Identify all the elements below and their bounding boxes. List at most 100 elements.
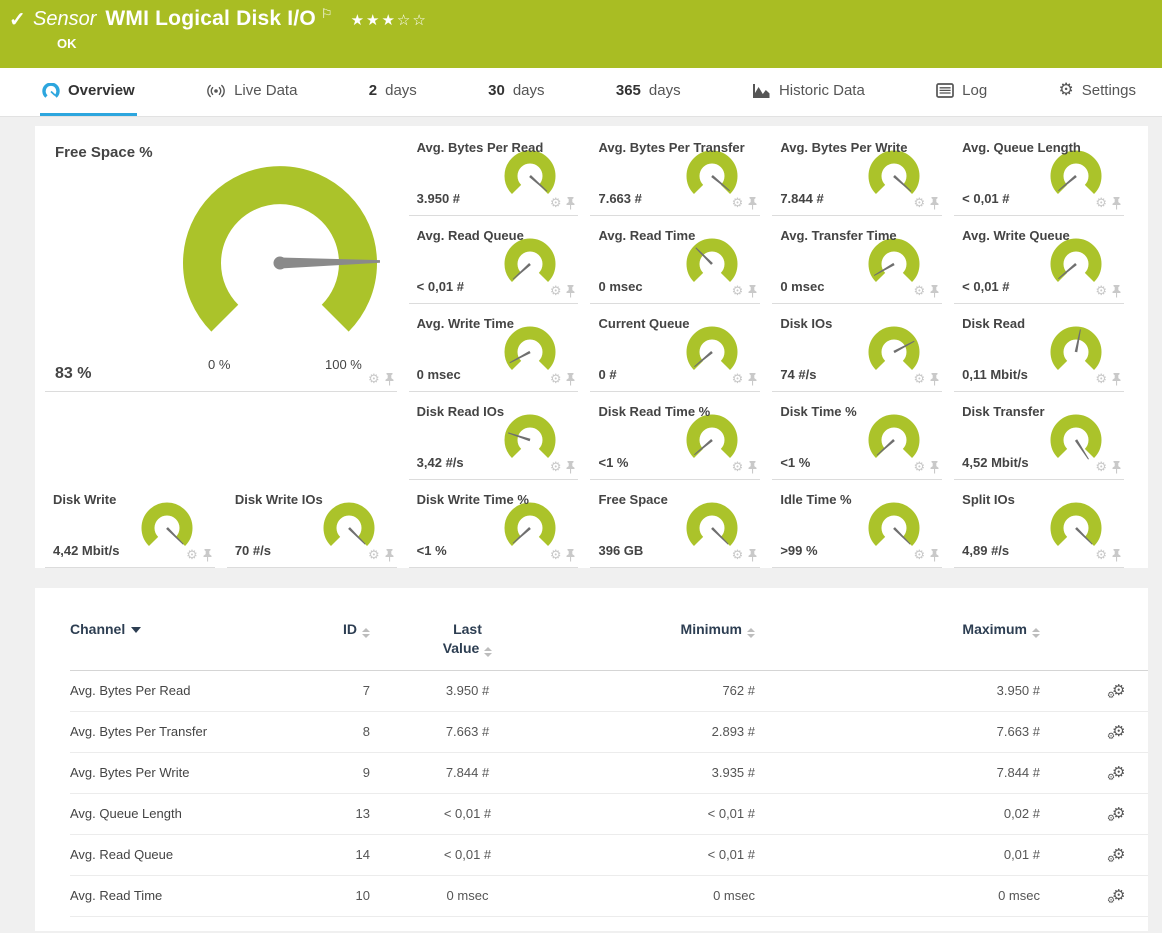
gear-icon[interactable]: ⚙ xyxy=(914,285,926,298)
gear-icon[interactable]: ⚙ xyxy=(550,197,562,210)
tab-settings[interactable]: ⚙ Settings xyxy=(1057,68,1138,116)
pin-icon[interactable] xyxy=(565,285,576,298)
tab-365-days[interactable]: 365 days xyxy=(614,68,683,116)
channel-settings-icon[interactable]: ⚙⚙ xyxy=(1112,765,1125,780)
tab-2-days[interactable]: 2 days xyxy=(367,68,419,116)
free-space-gauge xyxy=(160,158,400,358)
pin-icon[interactable] xyxy=(1111,461,1122,474)
channel-name-cell[interactable]: Avg. Queue Length xyxy=(70,806,300,821)
pin-icon[interactable] xyxy=(747,549,758,562)
gear-icon[interactable]: ⚙ xyxy=(732,461,744,474)
tab-bar: Overview Live Data 2 days 30 days 365 da… xyxy=(0,68,1162,117)
gear-icon[interactable]: ⚙ xyxy=(550,549,562,562)
gear-icon[interactable]: ⚙ xyxy=(732,197,744,210)
pin-icon[interactable] xyxy=(929,197,940,210)
pin-icon[interactable] xyxy=(1111,197,1122,210)
column-label: Maximum xyxy=(962,621,1027,637)
gear-icon[interactable]: ⚙ xyxy=(1095,549,1107,562)
gear-icon[interactable]: ⚙ xyxy=(1095,461,1107,474)
pin-icon[interactable] xyxy=(747,197,758,210)
gear-icon[interactable]: ⚙ xyxy=(914,461,926,474)
channel-settings-icon[interactable]: ⚙⚙ xyxy=(1112,806,1125,821)
channel-settings-icon[interactable]: ⚙⚙ xyxy=(1112,683,1125,698)
stars-filled[interactable]: ★★★ xyxy=(351,11,397,29)
gear-icon[interactable]: ⚙ xyxy=(186,549,198,562)
gear-icon[interactable]: ⚙ xyxy=(914,373,926,386)
sort-icons[interactable] xyxy=(362,628,370,638)
pin-icon[interactable] xyxy=(1111,285,1122,298)
channel-name-cell[interactable]: Avg. Bytes Per Transfer xyxy=(70,724,300,739)
channel-settings-icon[interactable]: ⚙⚙ xyxy=(1112,724,1125,739)
tab-30-days[interactable]: 30 days xyxy=(486,68,546,116)
stars-empty[interactable]: ☆☆ xyxy=(397,11,428,29)
tab-historic-data[interactable]: Historic Data xyxy=(750,68,867,116)
sort-icons[interactable] xyxy=(484,647,492,657)
column-header-maximum[interactable]: Maximum xyxy=(755,620,1040,658)
pin-icon[interactable] xyxy=(929,461,940,474)
channel-id-cell: 10 xyxy=(300,888,370,903)
gauge-value: 0 msec xyxy=(780,279,824,294)
sort-icons[interactable] xyxy=(1032,628,1040,638)
pin-icon[interactable] xyxy=(1111,549,1122,562)
table-row-avg-queue-length: Avg. Queue Length 13 < 0,01 # < 0,01 # 0… xyxy=(70,794,1148,835)
last-value-cell: < 0,01 # xyxy=(370,847,565,862)
gear-icon[interactable]: ⚙ xyxy=(550,373,562,386)
minimum-cell: < 0,01 # xyxy=(565,806,755,821)
empty-grid-cell xyxy=(45,392,397,480)
gauge-tile-disk-read-ios: Disk Read IOs 3,42 #/s ⚙ xyxy=(409,392,579,480)
tab-overview[interactable]: Overview xyxy=(40,68,137,116)
tab-live-data[interactable]: Live Data xyxy=(204,68,299,116)
column-header-last-value[interactable]: Last Value xyxy=(370,620,565,658)
pin-icon[interactable] xyxy=(384,373,395,386)
column-header-channel[interactable]: Channel xyxy=(70,620,300,658)
gear-icon[interactable]: ⚙ xyxy=(550,285,562,298)
pin-icon[interactable] xyxy=(384,549,395,562)
pin-icon[interactable] xyxy=(1111,373,1122,386)
pin-icon[interactable] xyxy=(747,373,758,386)
gear-icon[interactable]: ⚙ xyxy=(368,549,380,562)
last-value-cell: 7.844 # xyxy=(370,765,565,780)
gauge-value: 0 msec xyxy=(598,279,642,294)
pin-icon[interactable] xyxy=(929,549,940,562)
minimum-cell: 762 # xyxy=(565,683,755,698)
pin-icon[interactable] xyxy=(202,549,213,562)
pin-icon[interactable] xyxy=(747,285,758,298)
pin-icon[interactable] xyxy=(565,197,576,210)
pin-icon[interactable] xyxy=(565,373,576,386)
pin-icon[interactable] xyxy=(565,461,576,474)
gear-icon[interactable]: ⚙ xyxy=(1095,197,1107,210)
gear-icon[interactable]: ⚙ xyxy=(1095,285,1107,298)
flag-icon[interactable]: ⚐ xyxy=(321,7,333,22)
tab-log[interactable]: Log xyxy=(934,68,989,116)
gear-icon[interactable]: ⚙ xyxy=(550,461,562,474)
gear-icon[interactable]: ⚙ xyxy=(368,373,380,386)
gear-icon[interactable]: ⚙ xyxy=(1095,373,1107,386)
gear-icon[interactable]: ⚙ xyxy=(732,373,744,386)
channel-name-cell[interactable]: Avg. Bytes Per Write xyxy=(70,765,300,780)
gear-icon[interactable]: ⚙ xyxy=(914,549,926,562)
gauge-tile-free-space: Free Space 396 GB ⚙ xyxy=(590,480,760,568)
gear-icon[interactable]: ⚙ xyxy=(914,197,926,210)
channel-settings-icon[interactable]: ⚙⚙ xyxy=(1112,847,1125,862)
pin-icon[interactable] xyxy=(929,373,940,386)
column-label: Last Value xyxy=(443,621,482,656)
gauge-tile-avg-write-time: Avg. Write Time 0 msec ⚙ xyxy=(409,304,579,392)
sort-desc-icon[interactable] xyxy=(131,627,141,633)
pin-icon[interactable] xyxy=(565,549,576,562)
gear-icon[interactable]: ⚙ xyxy=(732,285,744,298)
pin-icon[interactable] xyxy=(747,461,758,474)
sensor-status: OK xyxy=(0,31,1162,51)
column-header-id[interactable]: ID xyxy=(300,620,370,658)
gear-icon[interactable]: ⚙ xyxy=(732,549,744,562)
minimum-cell: 0 msec xyxy=(565,888,755,903)
maximum-cell: 0,02 # xyxy=(755,806,1040,821)
channel-settings-icon[interactable]: ⚙⚙ xyxy=(1112,888,1125,903)
channel-name-cell[interactable]: Avg. Bytes Per Read xyxy=(70,683,300,698)
channel-name-cell[interactable]: Avg. Read Queue xyxy=(70,847,300,862)
sort-icons[interactable] xyxy=(747,628,755,638)
column-header-minimum[interactable]: Minimum xyxy=(565,620,755,658)
channel-name-cell[interactable]: Avg. Read Time xyxy=(70,888,300,903)
pin-icon[interactable] xyxy=(929,285,940,298)
priority-stars[interactable]: ★★★☆☆ xyxy=(351,11,428,29)
maximum-cell: 0 msec xyxy=(755,888,1040,903)
